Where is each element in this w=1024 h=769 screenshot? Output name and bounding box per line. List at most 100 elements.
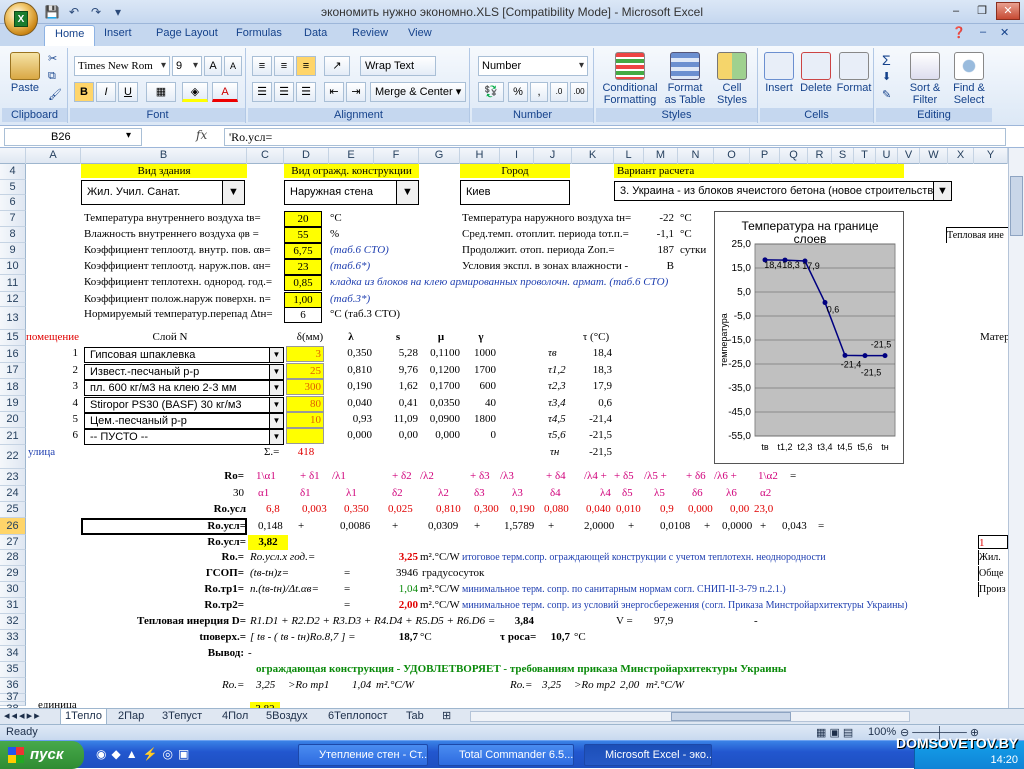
vertical-scrollbar[interactable] <box>1008 148 1024 708</box>
sheet-tab[interactable]: 3Тепуст <box>162 709 202 724</box>
col-header[interactable]: M <box>644 148 678 164</box>
tab-data[interactable]: Data <box>304 27 327 39</box>
decrease-decimal-button[interactable]: .00 <box>570 82 588 102</box>
chevron-down-icon[interactable]: ▼ <box>396 181 418 204</box>
insert-function-icon[interactable]: fx <box>196 128 216 146</box>
row-header[interactable]: 30 <box>0 582 26 598</box>
percent-button[interactable]: % <box>508 82 528 102</box>
chevron-down-icon[interactable]: ▼ <box>269 365 283 379</box>
row-header[interactable]: 23 <box>0 469 26 486</box>
layer-material-combo[interactable]: пл. 600 кг/м3 на клею 2-3 мм ▼ <box>84 380 284 396</box>
sheet-tab[interactable]: 1Тепло <box>60 709 107 725</box>
row-header[interactable]: 9 <box>0 243 26 259</box>
shrink-font-button[interactable]: A <box>224 56 242 76</box>
horizontal-scrollbar[interactable] <box>470 711 910 722</box>
row-header[interactable]: 25 <box>0 502 26 518</box>
layer-material-combo[interactable]: Извест.-песчаный р-р ▼ <box>84 364 284 380</box>
fill-color-button[interactable]: ◈ <box>182 82 208 102</box>
font-name-dropdown[interactable]: Times New Rom <box>74 56 170 76</box>
undo-icon[interactable]: ↶ <box>66 4 82 20</box>
currency-button[interactable]: 💱 <box>478 82 504 102</box>
row-header[interactable]: 17 <box>0 363 26 379</box>
row-header[interactable]: 28 <box>0 550 26 566</box>
row-header[interactable]: 34 <box>0 646 26 662</box>
find-select-button[interactable]: Find & Select <box>948 52 990 106</box>
variant-combo[interactable]: 3. Украина - из блоков ячеистого бетона … <box>614 181 952 201</box>
format-as-table-button[interactable]: Format as Table <box>662 52 708 106</box>
row-header[interactable]: 12 <box>0 292 26 307</box>
row-header[interactable]: 33 <box>0 630 26 646</box>
row-header[interactable]: 32 <box>0 614 26 630</box>
borders-button[interactable]: ▦ <box>146 82 176 102</box>
col-header[interactable]: G <box>419 148 460 164</box>
italic-button[interactable]: I <box>96 82 116 102</box>
row-header[interactable]: 21 <box>0 428 26 445</box>
autosum-icon[interactable]: Σ <box>882 52 891 68</box>
decrease-indent-button[interactable]: ⇤ <box>324 82 344 102</box>
tab-view[interactable]: View <box>408 27 432 39</box>
orientation-button[interactable]: ↗ <box>324 56 350 76</box>
align-top-button[interactable]: ≡ <box>252 56 272 76</box>
chevron-down-icon[interactable]: ▼ <box>222 181 244 204</box>
new-sheet-icon[interactable]: ⊞ <box>442 709 451 724</box>
col-header[interactable]: U <box>876 148 898 164</box>
chevron-down-icon[interactable]: ▼ <box>269 348 283 362</box>
col-header[interactable]: C <box>247 148 284 164</box>
col-header[interactable]: S <box>832 148 854 164</box>
temperature-chart[interactable]: 25,0 15,0 5,0 -5,0 -15,0 -25,0 -35,0 -45,0 -55,0… <box>714 211 904 464</box>
tab-review[interactable]: Review <box>352 27 388 39</box>
help-icon[interactable]: ❓ <box>952 26 966 39</box>
col-header[interactable]: X <box>948 148 974 164</box>
tab-home[interactable]: Home <box>44 25 96 46</box>
taskbar-item-active[interactable]: Microsoft Excel - эко... <box>584 744 712 766</box>
chevron-down-icon[interactable]: ▼ <box>269 398 283 412</box>
zoom-level[interactable]: 100% <box>868 726 896 738</box>
col-header[interactable]: T <box>854 148 876 164</box>
sheet-tab[interactable]: 2Пар <box>118 709 144 724</box>
align-bottom-button[interactable]: ≡ <box>296 56 316 76</box>
col-header[interactable]: D <box>284 148 329 164</box>
col-header[interactable]: E <box>329 148 374 164</box>
row-header[interactable]: 24 <box>0 486 26 502</box>
clear-icon[interactable]: ✎ <box>882 88 891 101</box>
align-left-button[interactable]: ☰ <box>252 82 272 102</box>
align-right-button[interactable]: ☰ <box>296 82 316 102</box>
chevron-down-icon[interactable]: ▼ <box>269 430 283 444</box>
underline-button[interactable]: U <box>118 82 138 102</box>
row-header[interactable]: 19 <box>0 396 26 412</box>
font-color-button[interactable]: A <box>212 82 238 102</box>
number-format-dropdown[interactable]: Number <box>478 56 588 76</box>
row-header[interactable]: 31 <box>0 598 26 614</box>
col-header[interactable]: L <box>614 148 644 164</box>
layer-material-combo[interactable]: Цем.-песчаный р-р ▼ <box>84 413 284 429</box>
col-header[interactable]: F <box>374 148 419 164</box>
row-header[interactable]: 38 <box>0 702 26 715</box>
redo-icon[interactable]: ↷ <box>88 4 104 20</box>
col-header[interactable]: J <box>534 148 572 164</box>
col-header[interactable]: R <box>808 148 832 164</box>
tab-page-layout[interactable]: Page Layout <box>156 27 218 39</box>
select-all-corner[interactable] <box>0 148 26 164</box>
row-header[interactable]: 10 <box>0 259 26 275</box>
view-buttons-icon[interactable]: ▦ ▣ ▤ <box>816 726 853 739</box>
customize-qat-icon[interactable]: ▾ <box>110 4 126 20</box>
sheet-tab[interactable]: 4Пол <box>222 709 248 724</box>
sort-filter-button[interactable]: Sort & Filter <box>904 52 946 106</box>
row-header[interactable]: 8 <box>0 227 26 243</box>
col-header[interactable]: A <box>26 148 81 164</box>
row-header[interactable]: 20 <box>0 412 26 428</box>
insert-cells-button[interactable]: Insert <box>762 52 796 94</box>
row-header[interactable]: 11 <box>0 275 26 292</box>
layer-material-combo[interactable]: Stiropor PS30 (BASF) 30 кг/м3 ▼ <box>84 397 284 413</box>
col-header[interactable]: I <box>500 148 534 164</box>
row-header[interactable]: 35 <box>0 662 26 678</box>
layer-material-combo[interactable]: -- ПУСТО -- ▼ <box>84 429 284 445</box>
col-header[interactable]: B <box>81 148 247 164</box>
ribbon-close-icon[interactable]: ✕ <box>1000 26 1009 39</box>
grow-font-button[interactable]: A <box>204 56 222 76</box>
format-cells-button[interactable]: Format <box>836 52 872 94</box>
align-middle-button[interactable]: ≡ <box>274 56 294 76</box>
start-button[interactable]: пуск <box>0 741 84 769</box>
building-type-combo[interactable]: Жил. Учил. Санат. ▼ <box>81 180 245 205</box>
copy-icon[interactable]: ⧉ <box>48 70 56 83</box>
